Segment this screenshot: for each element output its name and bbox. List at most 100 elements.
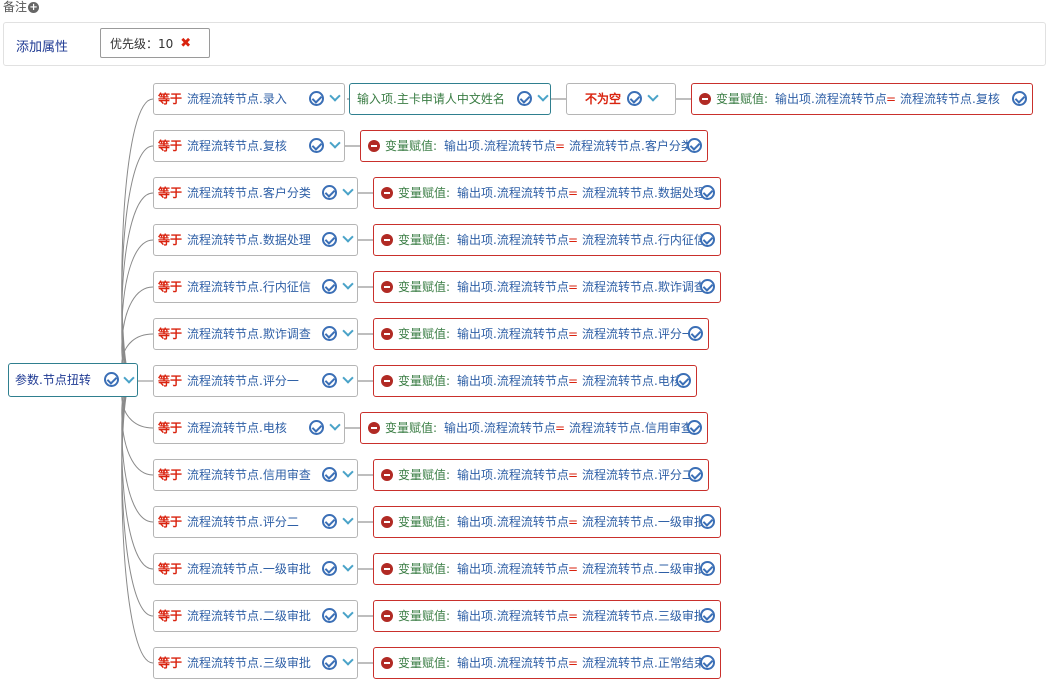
remove-action-icon[interactable] (381, 657, 393, 669)
chevron-down-icon[interactable] (342, 327, 352, 337)
chevron-down-icon[interactable] (342, 186, 352, 196)
remove-action-icon[interactable] (381, 375, 393, 387)
assign-target-value: 流程流转节点.客户分类 (569, 139, 693, 153)
check-circle-icon[interactable] (1012, 91, 1027, 106)
remove-action-icon[interactable] (381, 469, 393, 481)
remove-action-icon[interactable] (368, 422, 380, 434)
check-circle-icon[interactable] (688, 467, 703, 482)
remove-action-icon[interactable] (381, 516, 393, 528)
check-circle-icon[interactable] (517, 91, 532, 106)
chevron-down-icon[interactable] (342, 233, 352, 243)
condition-node[interactable]: 等于 流程流转节点.录入 (153, 83, 345, 115)
chevron-down-icon[interactable] (342, 374, 352, 384)
check-circle-icon[interactable] (687, 420, 702, 435)
equals-sign: = (555, 421, 566, 435)
chevron-down-icon[interactable] (329, 139, 339, 149)
check-circle-icon[interactable] (309, 420, 324, 435)
assignment-node[interactable]: 变量赋值: 输出项.流程流转节点 = 流程流转节点.二级审批 (373, 553, 721, 585)
check-circle-icon[interactable] (700, 608, 715, 623)
input-condition-node[interactable]: 输入项.主卡申请人中文姓名 (349, 83, 551, 115)
assignment-node[interactable]: 变量赋值: 输出项.流程流转节点 = 流程流转节点.数据处理 (373, 177, 721, 209)
condition-node[interactable]: 等于 流程流转节点.三级审批 (153, 647, 358, 679)
equals-sign: = (568, 186, 579, 200)
assignment-node[interactable]: 变量赋值: 输出项.流程流转节点 = 流程流转节点.电核 (373, 365, 697, 397)
assign-target-value: 流程流转节点.评分一 (582, 327, 694, 341)
assignment-node[interactable]: 变量赋值: 输出项.流程流转节点 = 流程流转节点.三级审批 (373, 600, 721, 632)
remove-action-icon[interactable] (381, 187, 393, 199)
condition-node[interactable]: 等于 流程流转节点.电核 (153, 412, 345, 444)
condition-node[interactable]: 等于 流程流转节点.客户分类 (153, 177, 358, 209)
check-circle-icon[interactable] (322, 655, 337, 670)
equals-sign: = (555, 139, 566, 153)
chevron-down-icon[interactable] (342, 515, 352, 525)
remove-action-icon[interactable] (381, 610, 393, 622)
chevron-down-icon[interactable] (342, 280, 352, 290)
output-field-label: 输出项.流程流转节点 (775, 92, 887, 106)
condition-value: 流程流转节点.数据处理 (187, 233, 311, 247)
assign-label: 变量赋值: (385, 139, 438, 153)
assignment-node[interactable]: 变量赋值: 输出项.流程流转节点 = 流程流转节点.客户分类 (360, 130, 708, 162)
check-circle-icon[interactable] (700, 514, 715, 529)
chevron-down-icon[interactable] (647, 92, 657, 102)
check-circle-icon[interactable] (687, 138, 702, 153)
assign-label: 变量赋值: (398, 515, 451, 529)
chevron-down-icon[interactable] (342, 468, 352, 478)
assign-target-value: 流程流转节点.一级审批 (582, 515, 706, 529)
check-circle-icon[interactable] (309, 91, 324, 106)
check-circle-icon[interactable] (700, 185, 715, 200)
condition-node[interactable]: 等于 流程流转节点.欺诈调查 (153, 318, 358, 350)
remove-action-icon[interactable] (381, 328, 393, 340)
check-circle-icon[interactable] (322, 232, 337, 247)
check-circle-icon[interactable] (322, 326, 337, 341)
operator-node[interactable]: 不为空 (566, 83, 676, 115)
assignment-node[interactable]: 变量赋值: 输出项.流程流转节点 = 流程流转节点.评分一 (373, 318, 709, 350)
chevron-down-icon[interactable] (329, 421, 339, 431)
check-circle-icon[interactable] (322, 514, 337, 529)
check-circle-icon[interactable] (322, 467, 337, 482)
check-circle-icon[interactable] (627, 91, 642, 106)
assignment-node[interactable]: 变量赋值: 输出项.流程流转节点 = 流程流转节点.信用审查 (360, 412, 708, 444)
condition-node[interactable]: 等于 流程流转节点.信用审查 (153, 459, 358, 491)
check-circle-icon[interactable] (322, 373, 337, 388)
root-node[interactable]: 参数.节点扭转 (8, 363, 138, 397)
chevron-down-icon[interactable] (329, 92, 339, 102)
check-circle-icon[interactable] (700, 655, 715, 670)
check-circle-icon[interactable] (322, 561, 337, 576)
chevron-down-icon[interactable] (342, 656, 352, 666)
remove-action-icon[interactable] (381, 563, 393, 575)
assign-target-value: 流程流转节点.三级审批 (582, 609, 706, 623)
remove-action-icon[interactable] (381, 281, 393, 293)
check-circle-icon[interactable] (322, 279, 337, 294)
chevron-down-icon[interactable] (537, 92, 547, 102)
remove-action-icon[interactable] (368, 140, 380, 152)
chevron-down-icon[interactable] (342, 562, 352, 572)
condition-node[interactable]: 等于 流程流转节点.行内征信 (153, 271, 358, 303)
check-circle-icon[interactable] (688, 326, 703, 341)
condition-node[interactable]: 等于 流程流转节点.数据处理 (153, 224, 358, 256)
check-circle-icon[interactable] (322, 608, 337, 623)
assign-target-value: 流程流转节点.评分二 (582, 468, 694, 482)
assignment-node[interactable]: 变量赋值: 输出项.流程流转节点 = 流程流转节点.欺诈调查 (373, 271, 721, 303)
condition-node[interactable]: 等于 流程流转节点.复核 (153, 130, 345, 162)
check-circle-icon[interactable] (700, 279, 715, 294)
remove-action-icon[interactable] (699, 93, 711, 105)
assignment-node[interactable]: 变量赋值: 输出项.流程流转节点 = 流程流转节点.正常结束 (373, 647, 721, 679)
assignment-node[interactable]: 变量赋值: 输出项.流程流转节点 = 流程流转节点.评分二 (373, 459, 709, 491)
assignment-node[interactable]: 变量赋值: 输出项.流程流转节点 = 流程流转节点.行内征信 (373, 224, 721, 256)
output-field-label: 输出项.流程流转节点 (457, 609, 569, 623)
assignment-node[interactable]: 变量赋值: 输出项.流程流转节点 = 流程流转节点.一级审批 (373, 506, 721, 538)
check-circle-icon[interactable] (700, 232, 715, 247)
condition-node[interactable]: 等于 流程流转节点.一级审批 (153, 553, 358, 585)
chevron-down-icon[interactable] (342, 609, 352, 619)
assignment-node[interactable]: 变量赋值: 输出项.流程流转节点 = 流程流转节点.复核 (691, 83, 1033, 115)
condition-node[interactable]: 等于 流程流转节点.评分二 (153, 506, 358, 538)
condition-node[interactable]: 等于 流程流转节点.评分一 (153, 365, 358, 397)
check-circle-icon[interactable] (309, 138, 324, 153)
chevron-down-icon[interactable] (123, 374, 133, 384)
check-circle-icon[interactable] (104, 372, 119, 387)
check-circle-icon[interactable] (322, 185, 337, 200)
condition-node[interactable]: 等于 流程流转节点.二级审批 (153, 600, 358, 632)
remove-action-icon[interactable] (381, 234, 393, 246)
check-circle-icon[interactable] (676, 373, 691, 388)
check-circle-icon[interactable] (700, 561, 715, 576)
